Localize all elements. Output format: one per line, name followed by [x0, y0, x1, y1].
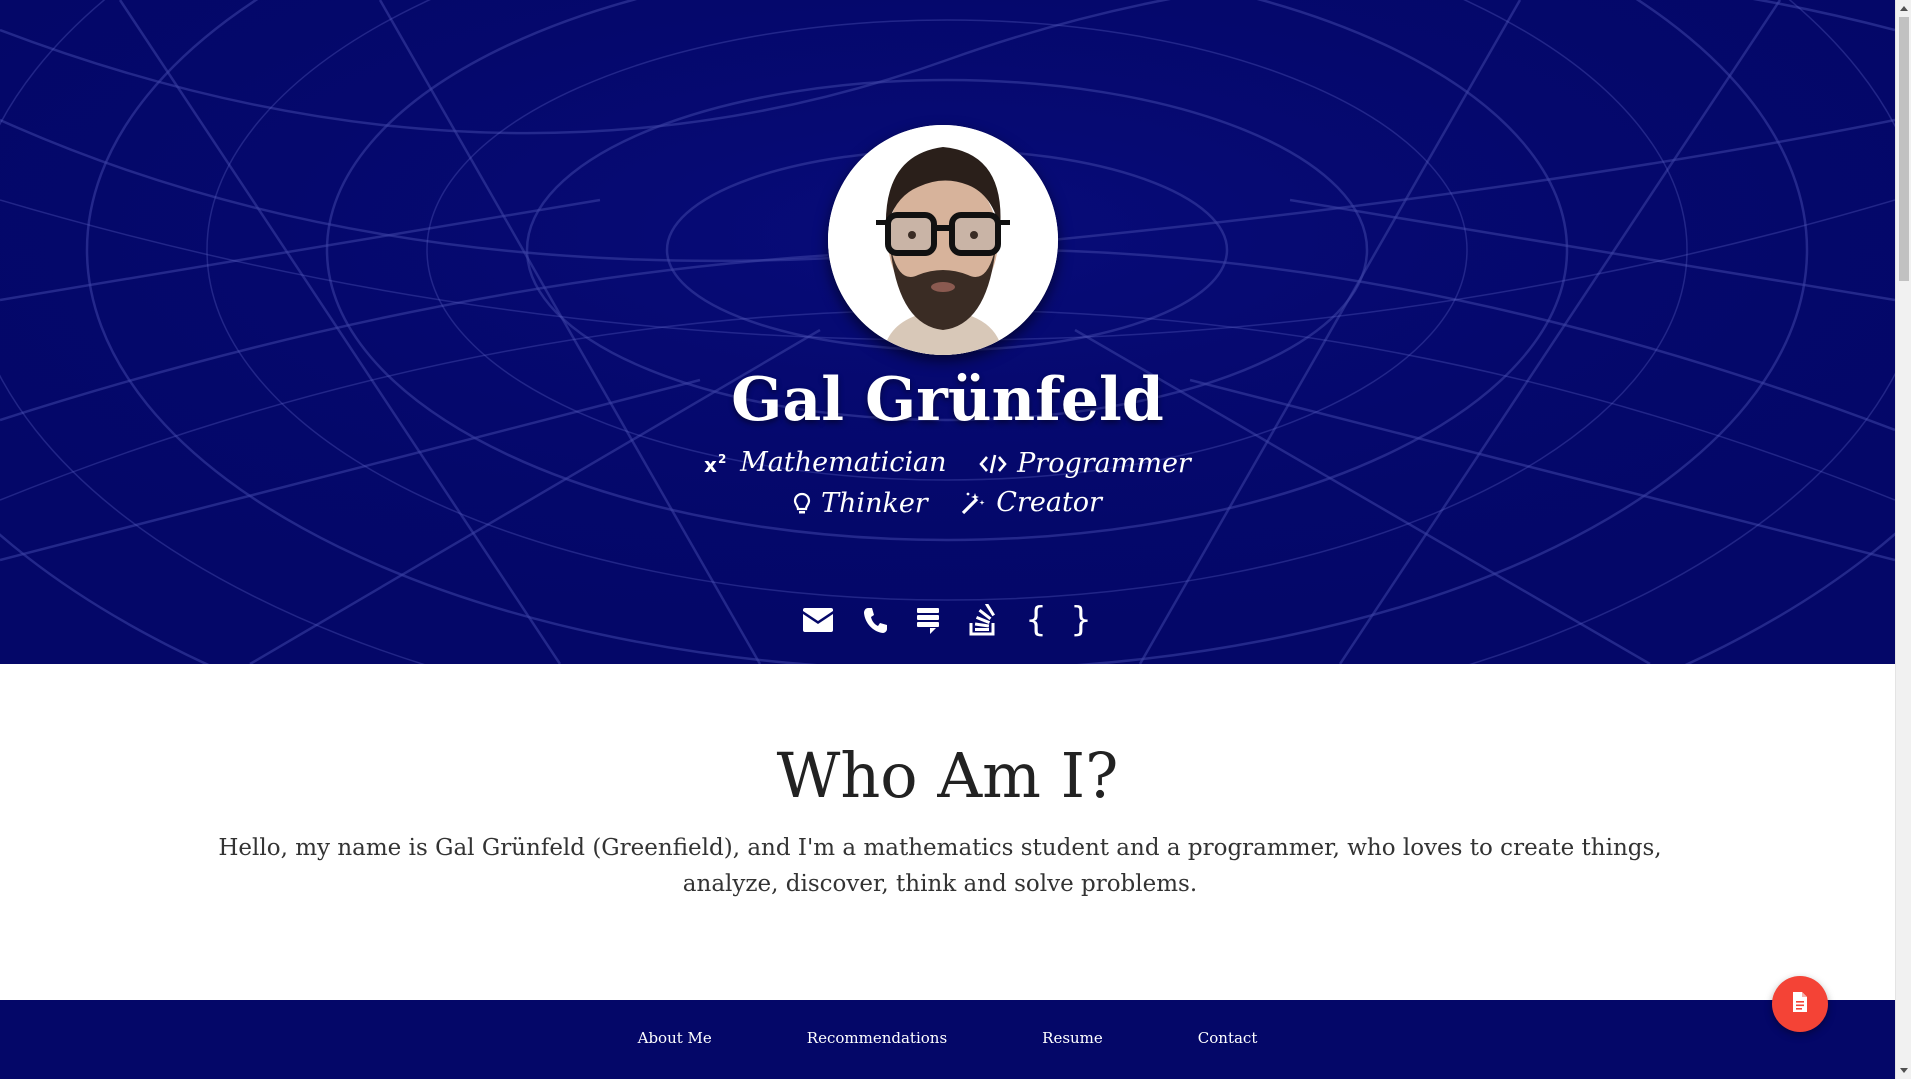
document-icon: [1791, 991, 1809, 1017]
role-label: Thinker: [821, 488, 928, 519]
role-creator: Creator: [960, 483, 1102, 523]
about-section: Who Am I? Hello, my name is Gal Grünfeld…: [0, 664, 1895, 1000]
hero-section: Gal Grünfeld x 2 Mathematician Programme…: [0, 0, 1895, 664]
medium-icon: [916, 605, 940, 635]
scroll-down-arrow-icon[interactable]: [1896, 1063, 1911, 1079]
stack-overflow-link[interactable]: [968, 600, 998, 640]
profile-name: Gal Grünfeld: [731, 365, 1164, 435]
svg-text:2: 2: [718, 452, 726, 466]
page-scrollbar[interactable]: [1895, 0, 1911, 1079]
code-icon: [979, 453, 1007, 475]
nav-recommendations[interactable]: Recommendations: [807, 1028, 947, 1048]
social-links: { }: [0, 600, 1895, 640]
roles-row-1: x 2 Mathematician Programmer: [0, 443, 1895, 487]
json-braces-icon: { }: [1025, 600, 1094, 640]
role-thinker: Thinker: [793, 484, 928, 524]
phone-link[interactable]: [862, 600, 888, 640]
role-label: Mathematician: [740, 447, 947, 478]
resume-fab-button[interactable]: [1772, 976, 1828, 1032]
role-mathematician: x 2 Mathematician: [704, 443, 946, 483]
envelope-icon: [802, 607, 834, 633]
scrollbar-thumb[interactable]: [1899, 17, 1909, 281]
svg-text:x: x: [704, 453, 717, 475]
about-text: Hello, my name is Gal Grünfeld (Greenfie…: [218, 835, 1662, 897]
scroll-up-arrow-icon[interactable]: [1896, 0, 1911, 16]
magic-wand-icon: [960, 490, 986, 516]
role-programmer: Programmer: [979, 444, 1191, 484]
superscript-x2-icon: x 2: [704, 451, 730, 475]
role-label: Creator: [996, 487, 1102, 518]
roles-row-2: Thinker Creator: [0, 483, 1895, 528]
footer-nav: About Me Recommendations Resume Contact: [0, 1028, 1895, 1048]
lightbulb-icon: [793, 492, 811, 516]
medium-link[interactable]: [916, 600, 940, 640]
nav-resume[interactable]: Resume: [1042, 1028, 1103, 1048]
email-link[interactable]: [802, 600, 834, 640]
profile-avatar: [828, 125, 1058, 355]
about-title: Who Am I?: [776, 739, 1119, 812]
stack-overflow-icon: [968, 604, 998, 636]
role-label: Programmer: [1017, 448, 1191, 479]
footer-nav-bar: About Me Recommendations Resume Contact: [0, 1000, 1895, 1079]
nav-about-me[interactable]: About Me: [638, 1028, 712, 1048]
nav-contact[interactable]: Contact: [1198, 1028, 1258, 1048]
json-link[interactable]: { }: [1026, 600, 1093, 640]
page: Gal Grünfeld x 2 Mathematician Programme…: [0, 0, 1911, 1079]
phone-icon: [862, 606, 888, 634]
